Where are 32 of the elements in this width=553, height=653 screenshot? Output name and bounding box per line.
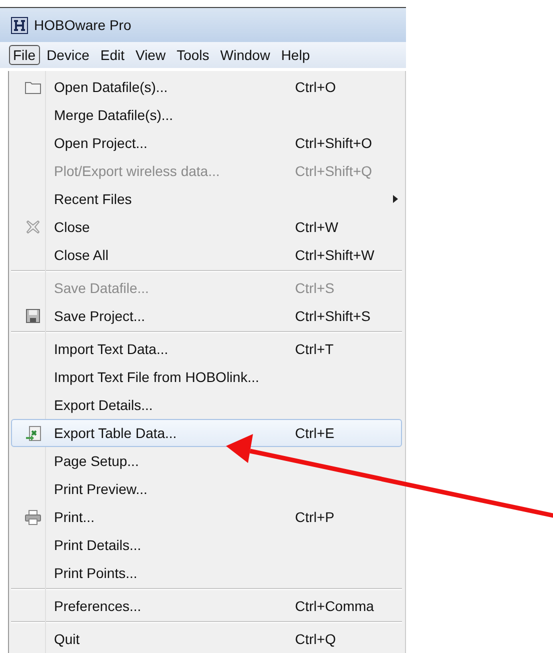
menu-item[interactable]: Print... Ctrl+P <box>11 503 402 531</box>
menu-item[interactable]: Open Datafile(s)... Ctrl+O <box>11 73 402 101</box>
menu-item[interactable]: Quit Ctrl+Q <box>11 625 402 653</box>
menu-item[interactable]: Export Details... <box>11 391 402 419</box>
menu-item[interactable]: Open Project... Ctrl+Shift+O <box>11 129 402 157</box>
menu-item[interactable]: Page Setup... <box>11 447 402 475</box>
menu-bar-item[interactable]: File <box>9 45 40 65</box>
window-title: HOBOware Pro <box>34 17 132 33</box>
menu-item[interactable]: Print Preview... <box>11 475 402 503</box>
menu-item[interactable]: Import Text File from HOBOlink... <box>11 363 402 391</box>
menu-item[interactable]: Preferences... Ctrl+Comma <box>11 592 402 620</box>
menu-item[interactable]: Close All Ctrl+Shift+W <box>11 241 402 269</box>
menu-bar-item[interactable]: Window <box>216 45 274 65</box>
menu-item[interactable]: Print Details... <box>11 531 402 559</box>
menu-bar-item[interactable]: Help <box>277 45 314 65</box>
menu-bar-item[interactable]: Tools <box>172 45 214 65</box>
menu-item[interactable]: Print Points... <box>11 559 402 587</box>
menu-bar-item[interactable]: View <box>131 45 170 65</box>
save-icon <box>26 309 40 323</box>
menu-bar-item[interactable]: Edit <box>96 45 128 65</box>
menu-item[interactable]: Save Project... Ctrl+Shift+S <box>11 302 402 330</box>
folder-icon <box>25 80 41 94</box>
menu-bar-item[interactable]: Device <box>42 45 94 65</box>
close-icon <box>26 220 40 234</box>
menu-item[interactable]: Close Ctrl+W <box>11 213 402 241</box>
print-icon <box>25 510 41 524</box>
menu-item[interactable]: Recent Files <box>11 185 402 213</box>
app-logo-icon <box>11 16 28 34</box>
spreadsheet-icon <box>26 426 40 440</box>
menu-item[interactable]: Import Text Data... Ctrl+T <box>11 335 402 363</box>
menu-item[interactable]: Merge Datafile(s)... <box>11 101 402 129</box>
menu-item[interactable]: Export Table Data... Ctrl+E <box>11 419 402 447</box>
